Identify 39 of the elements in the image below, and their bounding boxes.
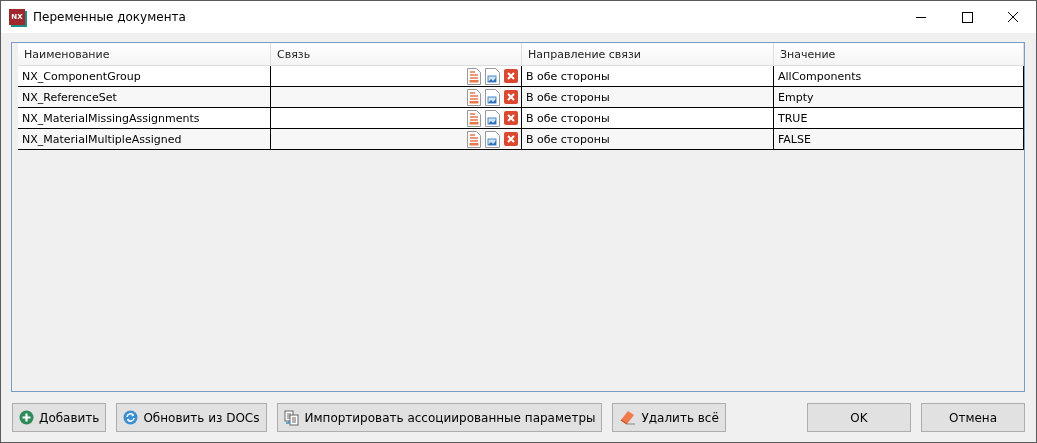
table-cell: В обе стороны [522,66,774,87]
table-cell: В обе стороны [522,108,774,129]
column-header[interactable]: Направление связи [522,43,774,66]
table-cell: TRUE [774,108,1024,129]
document-icon[interactable] [467,88,481,106]
delete-icon[interactable] [504,90,518,104]
column-header[interactable]: Значение [774,43,1024,66]
document-icon[interactable] [467,67,481,85]
delete-icon[interactable] [504,111,518,125]
table-cell: FALSE [774,129,1024,150]
delete-icon[interactable] [504,69,518,83]
column-header[interactable]: Наименование [18,43,271,66]
action-button[interactable]: Обновить из DOCs [116,403,267,432]
documents-icon [283,409,300,426]
dialog-button[interactable]: Отмена [921,403,1025,432]
table-cell: Empty [774,87,1024,108]
refresh-icon [123,410,139,425]
table-cell: NX_ReferenceSet [18,87,271,108]
eraser-icon [619,410,637,425]
column-header[interactable]: Связь [271,43,522,66]
table-cell: В обе стороны [522,87,774,108]
delete-icon[interactable] [504,132,518,146]
action-button[interactable]: Добавить [12,403,107,432]
table-cell: AllComponents [774,66,1024,87]
action-button[interactable]: Импортировать ассоциированные параметры [276,403,603,432]
document-icon[interactable] [467,130,481,148]
image-file-icon[interactable] [485,109,500,127]
table-cell: NX_MaterialMultipleAssigned [18,129,271,150]
image-file-icon[interactable] [485,130,500,148]
table-cell: В обе стороны [522,129,774,150]
window-title: Переменные документа [33,10,187,24]
action-button[interactable]: Удалить всё [612,403,726,432]
image-file-icon[interactable] [485,67,500,85]
table-cell: NX_ComponentGroup [18,66,271,87]
document-icon[interactable] [467,109,481,127]
plus-icon [19,410,34,425]
image-file-icon[interactable] [485,88,500,106]
table-cell: NX_MaterialMissingAssignments [18,108,271,129]
dialog-button[interactable]: OK [807,403,911,432]
